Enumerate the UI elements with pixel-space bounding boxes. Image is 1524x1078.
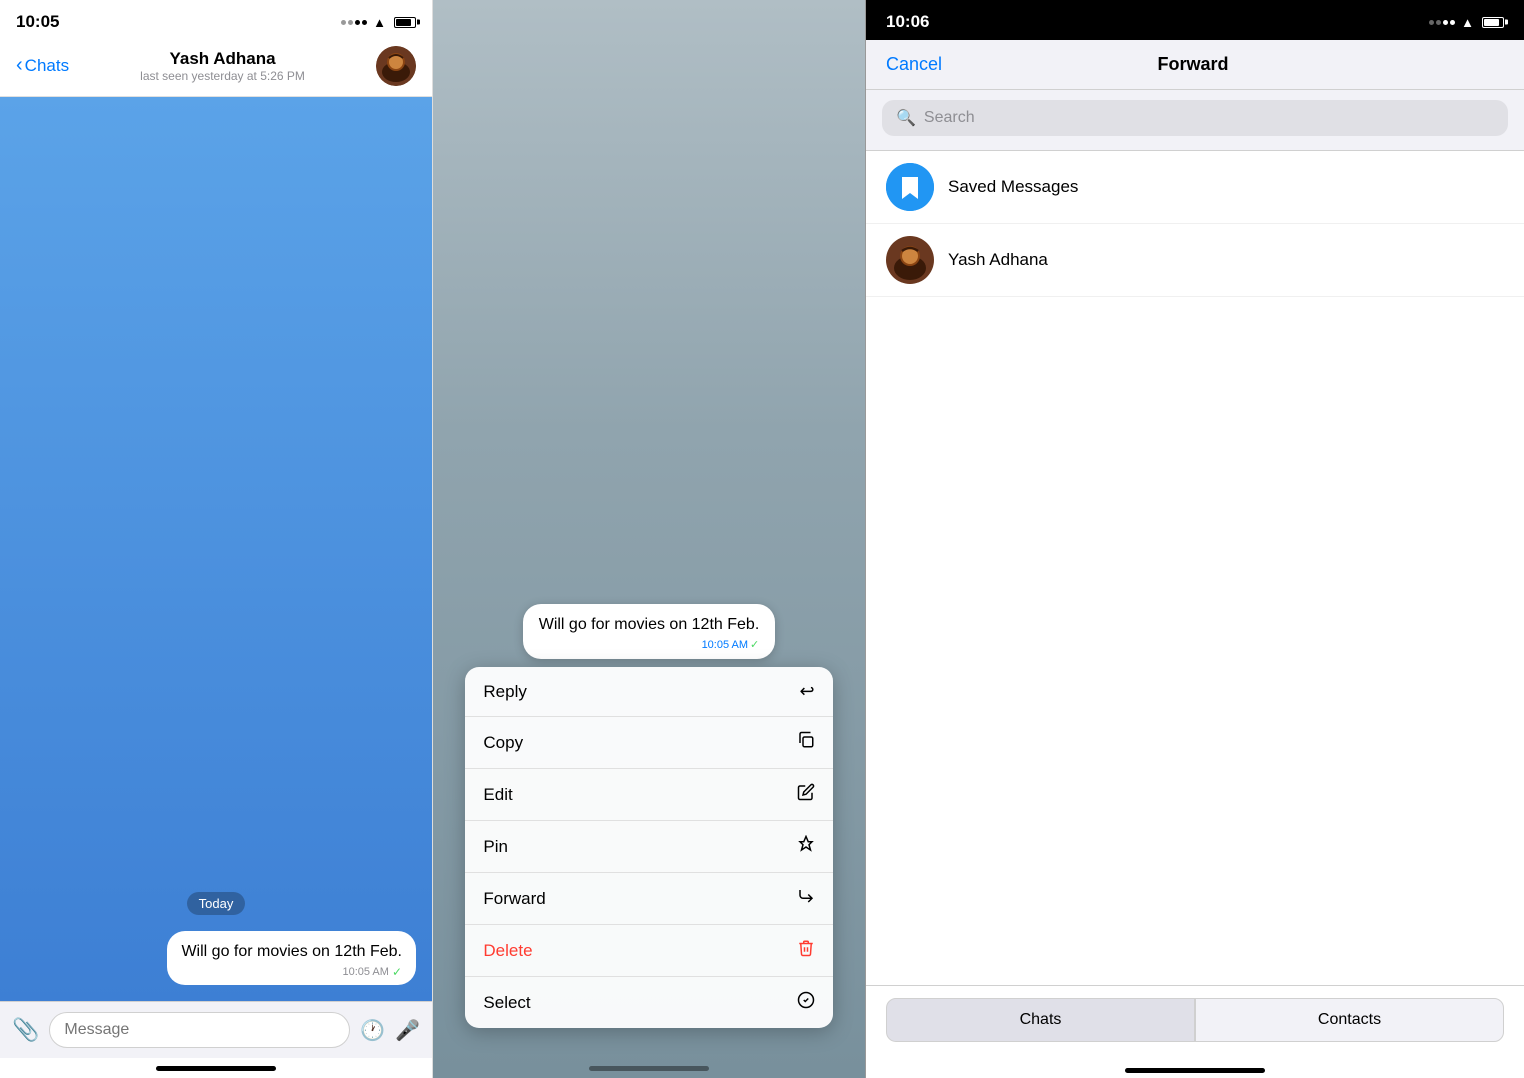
home-bar-2 xyxy=(589,1066,709,1071)
search-icon: 🔍 xyxy=(896,108,916,128)
context-menu-copy[interactable]: Copy xyxy=(465,717,832,769)
avatar-svg xyxy=(376,46,416,86)
context-menu-reply[interactable]: Reply ↩ xyxy=(465,667,832,717)
chat-input-bar: 📎 🕐 🎤 xyxy=(0,1001,432,1058)
status-icons-3: ▲ xyxy=(1429,15,1504,30)
context-reply-label: Reply xyxy=(483,682,526,702)
chat-header-center: Yash Adhana last seen yesterday at 5:26 … xyxy=(69,49,376,83)
home-indicator-2 xyxy=(433,1058,865,1078)
preview-message-bubble: Will go for movies on 12th Feb. 10:05 AM… xyxy=(523,604,776,659)
signal-icon-1 xyxy=(341,20,367,25)
back-button[interactable]: ‹ Chats xyxy=(16,55,69,77)
home-bar-1 xyxy=(156,1066,276,1071)
search-placeholder-text: Search xyxy=(924,109,975,127)
battery-icon-1 xyxy=(392,17,416,28)
status-bar-3: 10:06 ▲ xyxy=(866,0,1524,40)
yash-avatar-svg xyxy=(886,236,934,284)
context-edit-icon xyxy=(797,783,815,806)
context-menu-delete[interactable]: Delete xyxy=(465,925,832,977)
yash-avatar xyxy=(886,236,934,284)
contact-yash-adhana[interactable]: Yash Adhana xyxy=(866,224,1524,297)
home-indicator-3 xyxy=(866,1062,1524,1078)
chats-tab[interactable]: Chats xyxy=(886,998,1195,1042)
status-time-1: 10:05 xyxy=(16,12,59,32)
forward-title: Forward xyxy=(1158,54,1229,75)
back-arrow-icon: ‹ xyxy=(16,54,23,77)
context-pin-icon xyxy=(797,835,815,858)
forward-header: Cancel Forward xyxy=(866,40,1524,90)
context-select-label: Select xyxy=(483,993,530,1013)
wifi-icon-3: ▲ xyxy=(1461,15,1474,30)
contacts-tab[interactable]: Contacts xyxy=(1195,998,1504,1042)
contact-avatar[interactable] xyxy=(376,46,416,86)
preview-time: 10:05 AM xyxy=(702,639,748,651)
forward-search-bar: 🔍 Search xyxy=(866,90,1524,151)
panel2-content: Will go for movies on 12th Feb. 10:05 AM… xyxy=(433,0,865,1058)
context-menu-select[interactable]: Select xyxy=(465,977,832,1028)
contact-name: Yash Adhana xyxy=(69,49,376,69)
search-input-wrap[interactable]: 🔍 Search xyxy=(882,100,1508,136)
context-reply-icon: ↩ xyxy=(800,681,815,702)
contacts-list: Saved Messages Yash Adhana xyxy=(866,151,1524,985)
wifi-icon-1: ▲ xyxy=(373,15,386,30)
context-forward-label: Forward xyxy=(483,889,545,909)
chat-messages: Today Will go for movies on 12th Feb. 10… xyxy=(0,97,432,1001)
check-mark-icon: ✓ xyxy=(392,965,402,979)
saved-messages-icon xyxy=(886,163,934,211)
chat-screen: 10:05 ▲ ‹ Chats Yash Adhana last seen ye… xyxy=(0,0,433,1078)
context-copy-icon xyxy=(797,731,815,754)
forward-screen: 10:06 ▲ Cancel Forward 🔍 Search xyxy=(866,0,1524,1078)
avatar-image xyxy=(376,46,416,86)
context-delete-label: Delete xyxy=(483,941,532,961)
contact-saved-messages[interactable]: Saved Messages xyxy=(866,151,1524,224)
context-delete-icon xyxy=(797,939,815,962)
message-input[interactable] xyxy=(49,1012,350,1048)
back-label: Chats xyxy=(25,56,69,76)
home-indicator-1 xyxy=(0,1058,432,1078)
mic-icon[interactable]: 🎤 xyxy=(395,1018,420,1043)
message-time: 10:05 AM xyxy=(342,966,388,978)
context-copy-label: Copy xyxy=(483,733,523,753)
home-bar-3 xyxy=(1125,1068,1265,1073)
context-menu-pin[interactable]: Pin xyxy=(465,821,832,873)
message-text: Will go for movies on 12th Feb. xyxy=(181,941,402,963)
context-pin-label: Pin xyxy=(483,837,508,857)
yash-name: Yash Adhana xyxy=(948,250,1048,270)
context-menu-forward[interactable]: Forward xyxy=(465,873,832,925)
context-menu: Reply ↩ Copy Edit xyxy=(465,667,832,1028)
context-forward-icon xyxy=(797,887,815,910)
context-select-icon xyxy=(797,991,815,1014)
battery-icon-3 xyxy=(1480,17,1504,28)
input-right-icons: 🕐 🎤 xyxy=(360,1018,420,1043)
context-menu-edit[interactable]: Edit xyxy=(465,769,832,821)
status-time-3: 10:06 xyxy=(886,12,929,32)
context-menu-screen: Will go for movies on 12th Feb. 10:05 AM… xyxy=(433,0,866,1078)
context-edit-label: Edit xyxy=(483,785,512,805)
date-badge: Today xyxy=(187,892,246,915)
status-icons-1: ▲ xyxy=(341,15,416,30)
forward-bottom-tabs: Chats Contacts xyxy=(866,985,1524,1062)
saved-messages-avatar xyxy=(886,163,934,211)
status-bar-1: 10:05 ▲ xyxy=(0,0,432,38)
saved-messages-name: Saved Messages xyxy=(948,177,1078,197)
contact-status: last seen yesterday at 5:26 PM xyxy=(69,69,376,83)
message-meta: 10:05 AM ✓ xyxy=(181,965,402,979)
cancel-button[interactable]: Cancel xyxy=(886,54,942,75)
message-bubble[interactable]: Will go for movies on 12th Feb. 10:05 AM… xyxy=(167,931,416,985)
preview-check-icon: ✓ xyxy=(750,638,759,651)
attach-icon[interactable]: 📎 xyxy=(12,1017,39,1043)
signal-icon-3 xyxy=(1429,20,1455,25)
chat-header: ‹ Chats Yash Adhana last seen yesterday … xyxy=(0,38,432,97)
preview-meta: 10:05 AM ✓ xyxy=(539,638,760,651)
preview-text: Will go for movies on 12th Feb. xyxy=(539,616,760,634)
sticker-icon[interactable]: 🕐 xyxy=(360,1018,385,1043)
